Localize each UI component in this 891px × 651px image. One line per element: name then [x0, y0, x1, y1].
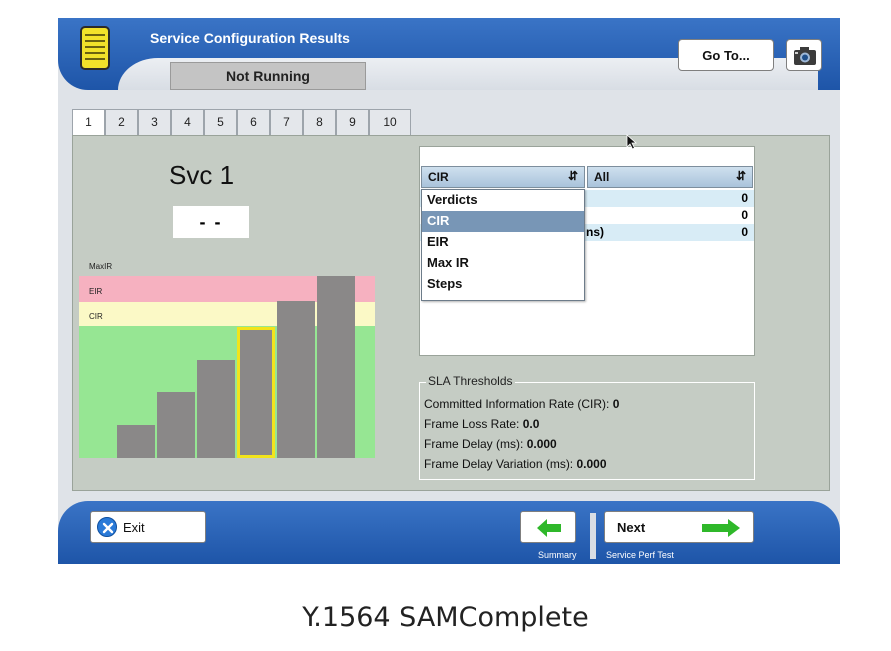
next-button[interactable]: Next	[604, 511, 754, 543]
footer-divider	[590, 513, 596, 559]
tab-5[interactable]: 5	[204, 109, 237, 135]
sla-row: Frame Delay (ms): 0.000	[424, 437, 557, 451]
updown-arrow-icon: ⇵	[567, 169, 578, 183]
tab-4[interactable]: 4	[171, 109, 204, 135]
goto-button[interactable]: Go To...	[678, 39, 774, 71]
chart-bar	[197, 360, 235, 458]
status-indicator: Not Running	[170, 62, 366, 90]
notepad-icon	[80, 26, 110, 70]
tab-9[interactable]: 9	[336, 109, 369, 135]
metric-select-value: CIR	[428, 170, 449, 184]
sla-title: SLA Thresholds	[426, 374, 515, 388]
maxir-label: MaxIR	[89, 262, 113, 271]
exit-label: Exit	[123, 519, 145, 535]
menu-item-cir[interactable]: CIR	[422, 211, 584, 232]
app-window: Service Configuration Results Not Runnin…	[58, 18, 840, 564]
back-caption: Summary	[538, 550, 577, 560]
menu-item-verdicts[interactable]: Verdicts	[422, 190, 584, 211]
chart-bar	[277, 301, 315, 458]
chart-bar	[317, 276, 355, 458]
sla-row: Frame Loss Rate: 0.0	[424, 417, 539, 431]
sla-row: Frame Delay Variation (ms): 0.000	[424, 457, 607, 471]
sla-row: Committed Information Rate (CIR): 0	[424, 397, 619, 411]
sla-thresholds-group: SLA Thresholds Committed Information Rat…	[419, 374, 755, 480]
cir-label: CIR	[89, 312, 103, 321]
back-button[interactable]	[520, 511, 576, 543]
service-title: Svc 1	[169, 160, 235, 190]
rate-chart: MaxIR EIR CIR	[79, 258, 375, 478]
service-tabs: 1 2 3 4 5 6 7 8 9 10	[72, 109, 411, 136]
next-label: Next	[617, 519, 646, 535]
image-caption: Y.1564 SAMComplete	[302, 602, 589, 633]
sla-value: 0	[612, 397, 620, 411]
sla-value: 0.0	[522, 417, 540, 431]
tab-3[interactable]: 3	[138, 109, 171, 135]
tab-7[interactable]: 7	[270, 109, 303, 135]
menu-item-steps[interactable]: Steps	[422, 274, 584, 295]
tab-8[interactable]: 8	[303, 109, 336, 135]
camera-icon	[794, 47, 816, 65]
sla-label: Frame Delay Variation (ms):	[424, 457, 574, 471]
sla-label: Frame Delay (ms):	[424, 437, 524, 451]
tab-6[interactable]: 6	[237, 109, 270, 135]
filter-select[interactable]: All ⇵	[587, 166, 753, 188]
row-value: 0	[741, 225, 748, 239]
metric-select[interactable]: CIR ⇵	[421, 166, 585, 188]
row-value: 0	[741, 208, 748, 222]
eir-label: EIR	[89, 287, 103, 296]
footer: Exit Summary Next Service Perf Test	[58, 501, 840, 564]
close-circle-icon	[97, 517, 117, 537]
arrow-right-icon	[702, 519, 740, 537]
menu-item-eir[interactable]: EIR	[422, 232, 584, 253]
mouse-cursor-icon	[626, 134, 638, 155]
sla-label: Committed Information Rate (CIR):	[424, 397, 610, 411]
results-panel: Svc 1 - - MaxIR EIR CIR 0 0 ns) 0 CIR ⇵ …	[72, 135, 830, 491]
tab-2[interactable]: 2	[105, 109, 138, 135]
tab-1[interactable]: 1	[72, 109, 105, 136]
header: Service Configuration Results Not Runnin…	[58, 18, 840, 90]
sla-label: Frame Loss Rate:	[424, 417, 520, 431]
screenshot-button[interactable]	[786, 39, 822, 71]
chart-bar	[237, 327, 275, 458]
metric-dropdown-menu: Verdicts CIR EIR Max IR Steps	[421, 189, 585, 301]
page-title: Service Configuration Results	[150, 30, 350, 46]
filter-select-value: All	[594, 170, 610, 184]
chart-bar	[117, 425, 155, 458]
updown-arrow-icon: ⇵	[735, 169, 746, 183]
tab-10[interactable]: 10	[369, 109, 411, 135]
arrow-left-icon	[537, 519, 561, 537]
menu-item-max-ir[interactable]: Max IR	[422, 253, 584, 274]
verdict-display: - -	[173, 206, 249, 238]
exit-button[interactable]: Exit	[90, 511, 206, 543]
row-label: ns)	[586, 225, 604, 239]
chart-bar	[157, 392, 195, 458]
next-caption: Service Perf Test	[606, 550, 674, 560]
sla-value: 0.000	[576, 457, 607, 471]
sla-value: 0.000	[526, 437, 557, 451]
row-value: 0	[741, 191, 748, 205]
